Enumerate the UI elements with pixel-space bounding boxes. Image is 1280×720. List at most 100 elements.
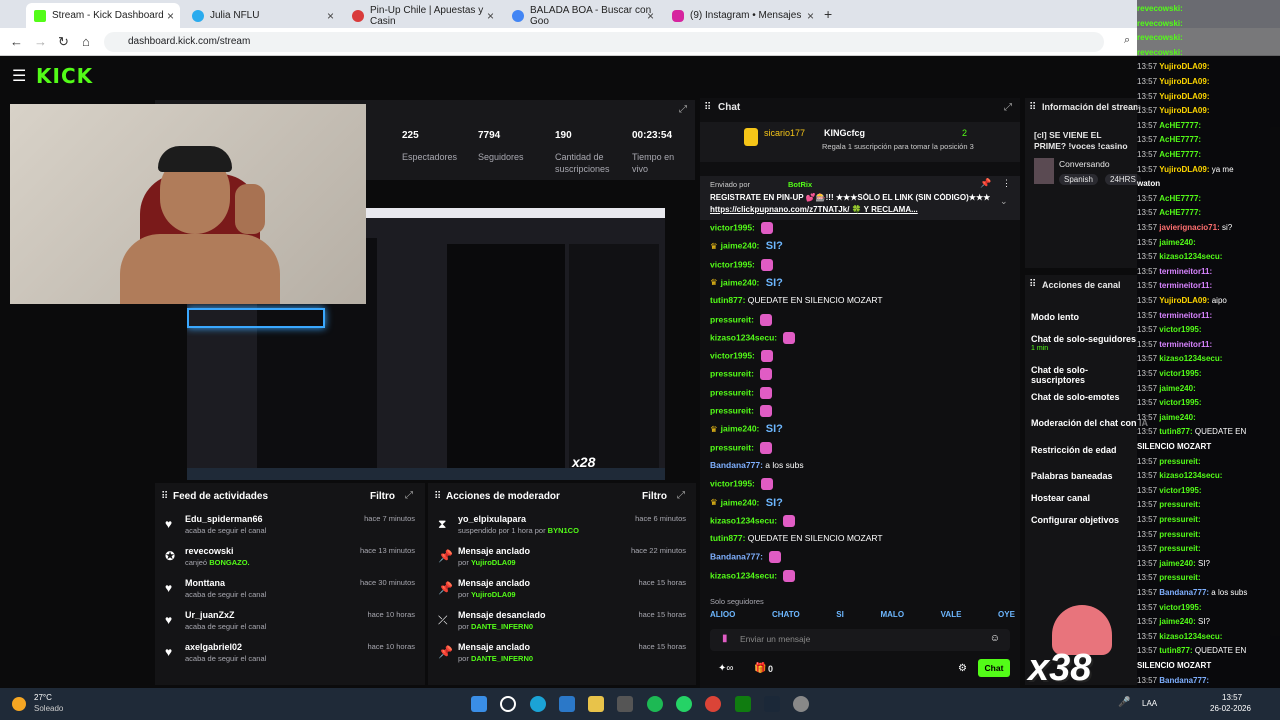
action-set-goals[interactable]: Configurar objetivos	[1031, 515, 1119, 525]
action-ai-moderation[interactable]: Moderación del chat con IA	[1031, 418, 1148, 428]
chat-username[interactable]: jaime240:	[721, 497, 760, 507]
close-tab-icon[interactable]: ×	[327, 9, 334, 23]
gift-user[interactable]: sicario177	[764, 128, 805, 138]
chat-message[interactable]: pressureit:	[710, 313, 773, 326]
action-slow-mode[interactable]: Modo lento	[1031, 312, 1079, 322]
feed-user[interactable]: Monttana	[185, 578, 225, 588]
close-tab-icon[interactable]: ×	[167, 9, 174, 23]
chat-message[interactable]: tutin877: QUEDATE EN SILENCIO MOZART	[710, 533, 883, 543]
pinned-bot[interactable]: BotRix	[788, 180, 812, 189]
chat-username[interactable]: jaime240:	[721, 424, 760, 434]
whatsapp-icon[interactable]	[676, 696, 692, 712]
emote-shortcut[interactable]: VALE	[941, 610, 962, 624]
action-followers-only[interactable]: Chat de solo-seguidores	[1031, 334, 1136, 344]
weather-temp[interactable]: 27°C	[34, 693, 52, 702]
category-name[interactable]: Conversando	[1059, 159, 1110, 169]
feed-user[interactable]: Edu_spiderman66	[185, 514, 263, 524]
drag-handle-icon[interactable]: ⠿	[434, 491, 441, 502]
category-thumbnail[interactable]	[1034, 158, 1054, 184]
chat-username[interactable]: tutin877:	[710, 533, 745, 543]
tab-google[interactable]: BALADA BOA - Buscar con Goo ×	[504, 3, 660, 28]
chat-username[interactable]: pressureit:	[710, 405, 754, 415]
chat-username[interactable]: victor1995:	[710, 259, 755, 269]
moderator-name[interactable]: DANTE_INFERN0	[471, 654, 533, 663]
search-icon[interactable]	[500, 696, 516, 712]
mod-action-name[interactable]: Mensaje anclado	[458, 642, 530, 652]
tab-kick-dashboard[interactable]: Stream - Kick Dashboard ×	[26, 3, 180, 28]
chat-message[interactable]: pressureit:	[710, 368, 773, 381]
chrome-icon[interactable]	[705, 696, 721, 712]
close-tab-icon[interactable]: ×	[807, 9, 814, 23]
drag-handle-icon[interactable]: ⠿	[704, 102, 711, 113]
zoom-icon[interactable]: ⌕	[1124, 34, 1130, 47]
mod-action-name[interactable]: Mensaje desanclado	[458, 610, 546, 620]
chat-username[interactable]: tutin877:	[710, 295, 745, 305]
chat-username[interactable]: jaime240:	[721, 277, 760, 287]
moderator-name[interactable]: YujiroDLA09	[471, 558, 516, 567]
chat-message[interactable]: pressureit:	[710, 441, 773, 454]
pinned-message[interactable]: Enviado por BotRix 📌 ⋮ REGISTRATE EN PIN…	[700, 176, 1020, 220]
sub-gift-banner[interactable]: sicario177 KINGcfcg 2 Regala 1 suscripci…	[700, 122, 1020, 162]
chat-username[interactable]: kizaso1234secu:	[710, 570, 777, 580]
action-banned-words[interactable]: Palabras baneadas	[1031, 471, 1113, 481]
obs-icon[interactable]	[793, 696, 809, 712]
action-host-channel[interactable]: Hostear canal	[1031, 493, 1090, 503]
chat-username[interactable]: pressureit:	[710, 314, 754, 324]
chat-username[interactable]: victor1995:	[710, 478, 755, 488]
spotify-icon[interactable]	[647, 696, 663, 712]
feed-user[interactable]: Ur_juanZxZ	[185, 610, 235, 620]
menu-icon[interactable]: ☰	[12, 66, 26, 86]
tab-instagram[interactable]: (9) Instagram • Mensajes ×	[664, 3, 820, 28]
start-icon[interactable]	[471, 696, 487, 712]
xbox-icon[interactable]	[735, 696, 751, 712]
popout-icon[interactable]: ⤢	[677, 490, 685, 501]
filter-button[interactable]: Filtro	[642, 491, 667, 502]
clock-time[interactable]: 13:57	[1222, 693, 1242, 702]
chat-username[interactable]: pressureit:	[710, 369, 754, 379]
chat-message[interactable]: kizaso1234secu:	[710, 331, 796, 344]
url-field[interactable]: dashboard.kick.com/stream	[104, 32, 1104, 52]
filter-button[interactable]: Filtro	[370, 491, 395, 502]
chevron-down-icon[interactable]: ⌄	[1000, 196, 1008, 207]
stream-headline[interactable]: [cl] SE VIENE EL PRIME? !voces !casino	[1034, 130, 1134, 152]
chat-message[interactable]: Bandana777: a los subs	[710, 460, 804, 470]
chat-input[interactable]: ▮ Enviar un mensaje ☺	[710, 629, 1010, 651]
chat-message[interactable]: victor1995:	[710, 350, 774, 363]
chat-username[interactable]: jaime240:	[721, 241, 760, 251]
mod-action-name[interactable]: Mensaje anclado	[458, 546, 530, 556]
close-tab-icon[interactable]: ×	[647, 9, 654, 23]
action-age-restriction[interactable]: Restricción de edad	[1031, 445, 1117, 455]
chat-username[interactable]: victor1995:	[710, 222, 755, 232]
mic-tray-icon[interactable]: 🎤	[1118, 697, 1130, 708]
gift-icon[interactable]: 🎁	[754, 663, 766, 674]
close-tab-icon[interactable]: ×	[487, 9, 494, 23]
gift-target[interactable]: KINGcfcg	[824, 128, 865, 138]
chat-message[interactable]: Bandana777:	[710, 551, 782, 564]
drag-handle-icon[interactable]: ⠿	[1029, 102, 1036, 113]
emote-shortcut[interactable]: SI	[836, 610, 844, 624]
popout-icon[interactable]: ⤢	[1004, 102, 1012, 113]
chat-message[interactable]: tutin877: QUEDATE EN SILENCIO MOZART	[710, 295, 883, 305]
language-indicator[interactable]: LAA	[1142, 699, 1157, 708]
moderator-name[interactable]: BYN1CO	[548, 526, 579, 535]
chat-message[interactable]: ♛ jaime240: SI?	[710, 277, 783, 289]
mod-action-name[interactable]: Mensaje anclado	[458, 578, 530, 588]
points-icon[interactable]: ✦∞	[718, 663, 734, 674]
emote-shortcut[interactable]: MALO	[880, 610, 904, 624]
tag-badge[interactable]: 24HRS	[1105, 174, 1141, 185]
app-icon[interactable]	[617, 696, 633, 712]
kick-logo[interactable]: KICK	[36, 64, 93, 88]
emote-shortcut[interactable]: ALIOO	[710, 610, 735, 624]
tab-pinup[interactable]: Pin-Up Chile | Apuestas y Casin ×	[344, 3, 500, 28]
chat-message[interactable]: ♛ jaime240: SI?	[710, 240, 783, 252]
chat-username[interactable]: kizaso1234secu:	[710, 515, 777, 525]
chat-username[interactable]: Bandana777:	[710, 460, 763, 470]
action-emotes-only[interactable]: Chat de solo-emotes	[1031, 392, 1120, 402]
drag-handle-icon[interactable]: ⠿	[161, 491, 168, 502]
chat-username[interactable]: Bandana777:	[710, 552, 763, 562]
feed-user[interactable]: revecowski	[185, 546, 234, 556]
chat-message[interactable]: kizaso1234secu:	[710, 569, 796, 582]
chat-message[interactable]: pressureit:	[710, 386, 773, 399]
chat-message[interactable]: victor1995:	[710, 478, 774, 491]
popout-icon[interactable]: ⤢	[679, 104, 687, 115]
